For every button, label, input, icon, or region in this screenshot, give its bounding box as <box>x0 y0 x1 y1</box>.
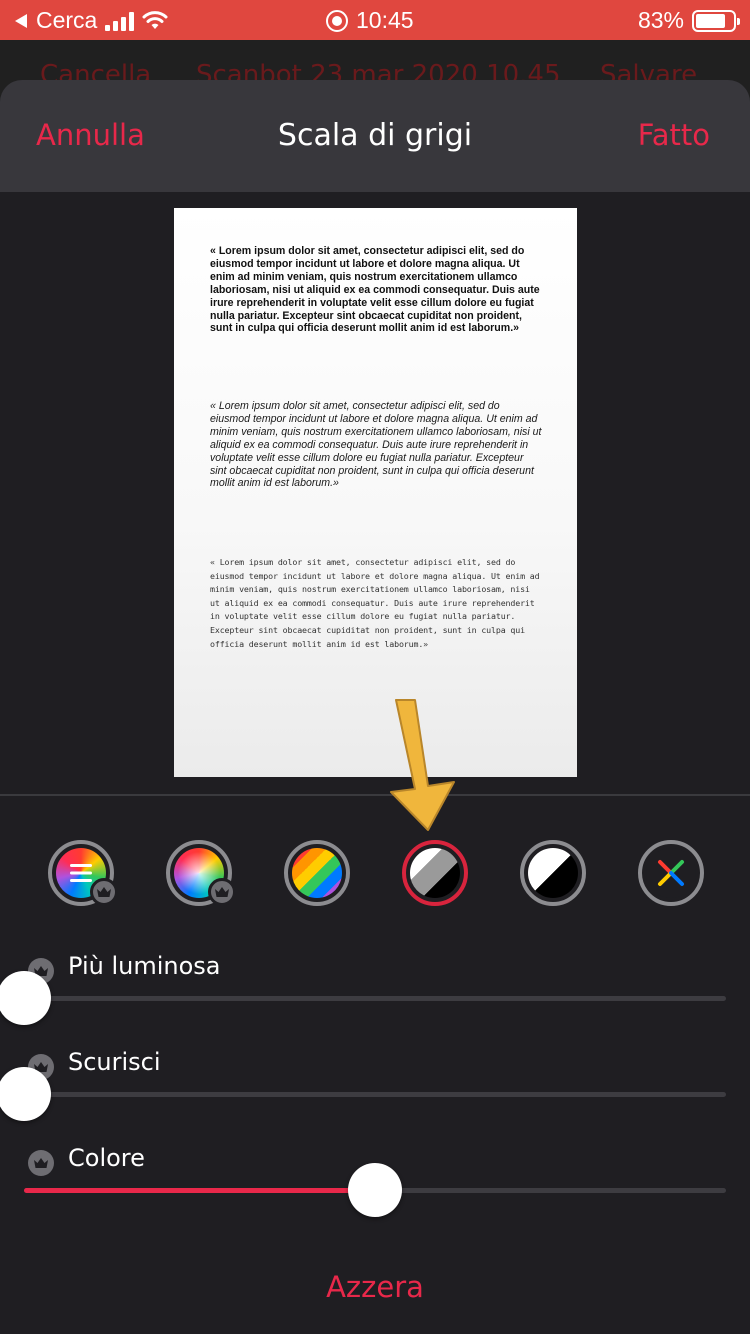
tutorial-arrow-icon <box>390 699 455 831</box>
battery-status: 83% <box>637 7 740 34</box>
grayscale-filter-icon <box>410 848 460 898</box>
premium-crown-icon <box>208 878 236 906</box>
premium-crown-icon <box>90 878 118 906</box>
document-paragraph-handwritten: « Lorem ipsum dolor sit amet, consectetu… <box>210 557 540 649</box>
filter-rainbow[interactable] <box>284 840 350 906</box>
divider <box>0 794 750 796</box>
color-slider-fill <box>24 1188 375 1193</box>
signal-icon <box>105 11 135 31</box>
screen-record-icon <box>326 9 348 32</box>
brightness-slider[interactable] <box>24 996 726 1001</box>
filter-options <box>0 840 750 906</box>
color-label: Colore <box>68 1144 145 1172</box>
black-white-filter-icon <box>528 848 578 898</box>
darken-slider-block: Scurisci <box>0 1048 726 1121</box>
reset-button[interactable]: Azzera <box>0 1270 750 1304</box>
darken-slider-thumb[interactable] <box>0 1067 51 1121</box>
premium-crown-icon <box>28 1150 54 1176</box>
status-bar: Cerca 10:45 83% <box>0 0 750 40</box>
filter-sheet: Annulla Scala di grigi Fatto « Lorem ips… <box>0 80 750 1334</box>
back-triangle-icon <box>15 13 27 28</box>
time-text: 10:45 <box>356 7 414 33</box>
back-to-app[interactable]: Cerca <box>14 7 168 34</box>
color-slider-thumb[interactable] <box>348 1163 402 1217</box>
document-paragraph-bold: « Lorem ipsum dolor sit amet, consectetu… <box>210 245 540 335</box>
done-button[interactable]: Fatto <box>638 118 710 152</box>
document-paragraph-italic: « Lorem ipsum dolor sit amet, consectetu… <box>210 400 542 490</box>
brightness-slider-thumb[interactable] <box>0 971 51 1025</box>
status-time: 10:45 <box>326 7 414 34</box>
brightness-label: Più luminosa <box>68 952 221 980</box>
document-preview: « Lorem ipsum dolor sit amet, consectetu… <box>174 208 577 777</box>
back-app-label: Cerca <box>36 7 98 33</box>
filter-none[interactable] <box>638 840 704 906</box>
filter-black-white[interactable] <box>520 840 586 906</box>
filter-grayscale[interactable] <box>402 840 468 906</box>
sheet-nav-bar: Annulla Scala di grigi Fatto <box>0 80 750 192</box>
rainbow-filter-icon <box>292 848 342 898</box>
color-slider-block: Colore <box>24 1144 726 1217</box>
battery-percent: 83% <box>637 7 684 33</box>
brightness-slider-block: Più luminosa <box>0 952 726 1025</box>
filter-magic-color[interactable] <box>48 840 118 906</box>
battery-icon <box>692 9 740 32</box>
wifi-icon <box>142 10 168 29</box>
no-filter-icon <box>646 848 696 898</box>
darken-slider[interactable] <box>24 1092 726 1097</box>
filter-color[interactable] <box>166 840 236 906</box>
darken-label: Scurisci <box>68 1048 161 1076</box>
